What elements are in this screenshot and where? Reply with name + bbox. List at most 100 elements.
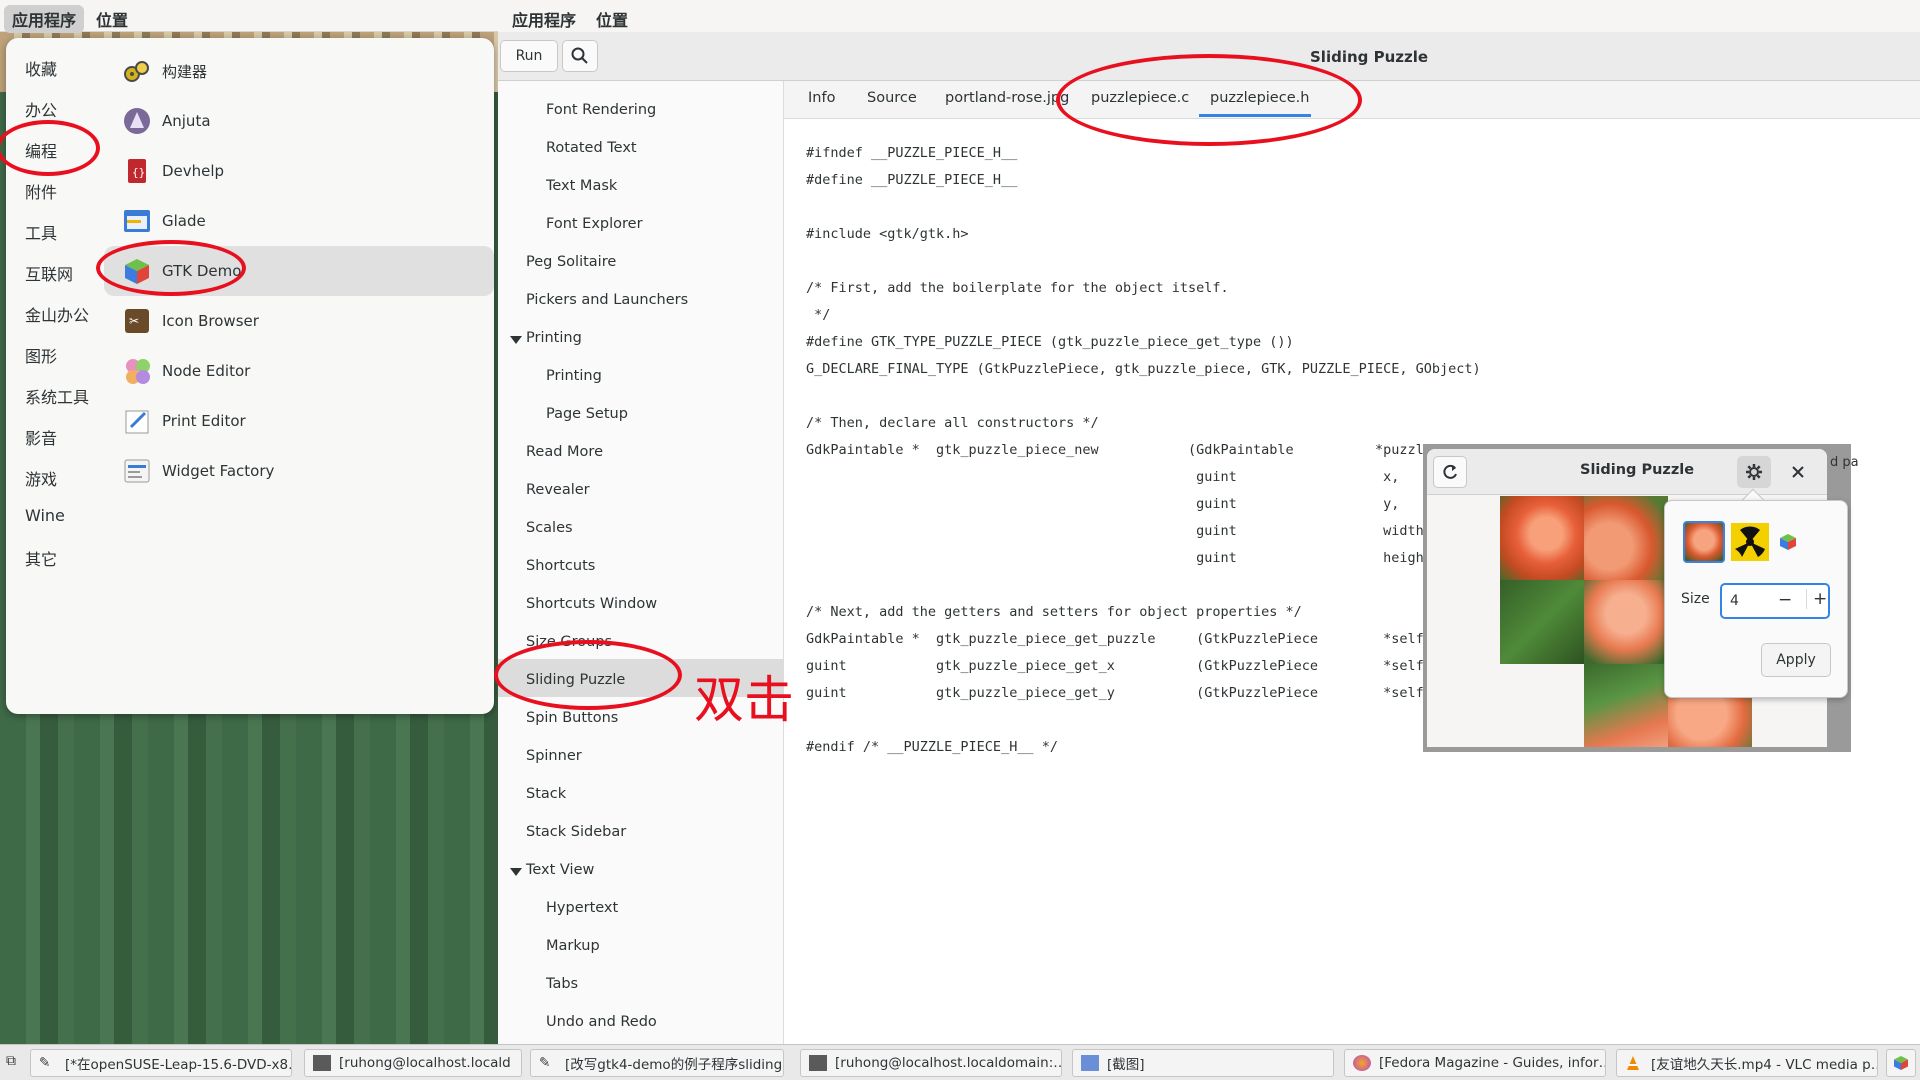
taskbar-item[interactable]: [友谊地久天长.mp4 - VLC media p… bbox=[1616, 1049, 1878, 1077]
category-wine[interactable]: Wine bbox=[25, 506, 65, 525]
cube-image-option[interactable] bbox=[1775, 529, 1801, 555]
category-internet[interactable]: 互联网 bbox=[25, 261, 73, 285]
sidebar-item[interactable]: Stack Sidebar bbox=[526, 824, 626, 840]
run-button[interactable]: Run bbox=[500, 40, 558, 72]
rose-image-option[interactable] bbox=[1683, 521, 1725, 563]
sidebar-item[interactable]: Rotated Text bbox=[546, 140, 637, 156]
builder-icon bbox=[122, 56, 152, 86]
radiation-image-option[interactable] bbox=[1729, 521, 1771, 563]
category-graphics[interactable]: 图形 bbox=[25, 343, 57, 367]
taskbar-item[interactable]: [Fedora Magazine - Guides, infor… bbox=[1344, 1049, 1606, 1077]
search-button[interactable] bbox=[562, 40, 598, 72]
puzzle-tile[interactable] bbox=[1584, 664, 1668, 747]
category-wps[interactable]: 金山办公 bbox=[25, 302, 89, 326]
app-label: Icon Browser bbox=[162, 312, 259, 330]
sidebar-item[interactable]: Page Setup bbox=[546, 406, 628, 422]
sidebar-item[interactable]: Markup bbox=[546, 938, 600, 954]
category-other[interactable]: 其它 bbox=[25, 546, 57, 570]
puzzle-tile[interactable] bbox=[1500, 496, 1584, 580]
size-spinbutton[interactable]: 4 − + bbox=[1720, 583, 1830, 619]
sidebar-item[interactable]: Printing bbox=[526, 330, 582, 346]
top-panel-right: 应用程序 位置 bbox=[498, 0, 1920, 32]
sidebar-item[interactable]: Shortcuts Window bbox=[526, 596, 657, 612]
close-button[interactable] bbox=[1781, 456, 1815, 488]
sidebar-item[interactable]: Scales bbox=[526, 520, 573, 536]
sidebar-item[interactable]: Stack bbox=[526, 786, 566, 802]
code-line: #define GTK_TYPE_PUZZLE_PIECE (gtk_puzzl… bbox=[806, 334, 1294, 350]
code-line: /* Then, declare all constructors */ bbox=[806, 415, 1099, 431]
puzzle-tile[interactable] bbox=[1584, 580, 1668, 664]
applications-menu-2[interactable]: 应用程序 bbox=[504, 5, 584, 33]
window-title: Sliding Puzzle bbox=[1310, 48, 1429, 66]
decrement-button[interactable]: − bbox=[1778, 590, 1792, 610]
anjuta-icon bbox=[122, 106, 152, 136]
category-favorites[interactable]: 收藏 bbox=[25, 56, 57, 80]
code-line: /* First, add the boilerplate for the ob… bbox=[806, 280, 1229, 296]
app-widget-factory[interactable]: Widget Factory bbox=[104, 446, 494, 496]
sidebar-item[interactable]: Text Mask bbox=[546, 178, 617, 194]
expander-arrow-icon[interactable] bbox=[510, 868, 522, 876]
app-builder[interactable]: 构建器 bbox=[104, 46, 494, 96]
app-label: Node Editor bbox=[162, 362, 251, 380]
restart-button[interactable] bbox=[1433, 456, 1467, 488]
category-multimedia[interactable]: 影音 bbox=[25, 425, 57, 449]
tab-portland-rose[interactable]: portland-rose.jpg bbox=[945, 90, 1069, 106]
expander-arrow-icon[interactable] bbox=[510, 336, 522, 344]
app-label: 构建器 bbox=[162, 62, 208, 81]
sidebar-item[interactable]: Peg Solitaire bbox=[526, 254, 616, 270]
code-line: guint height); bbox=[806, 550, 1449, 566]
sidebar-item[interactable]: Read More bbox=[526, 444, 603, 460]
puzzle-tile[interactable] bbox=[1584, 496, 1668, 580]
taskbar-item[interactable]: [ruhong@localhost.locald bbox=[304, 1049, 522, 1077]
sidebar-item[interactable]: Shortcuts bbox=[526, 558, 595, 574]
taskbar-item-gtk-demo[interactable] bbox=[1886, 1049, 1916, 1077]
taskbar-item[interactable]: [ruhong@localhost.localdomain:… bbox=[800, 1049, 1062, 1077]
editor-icon: ✎ bbox=[39, 1055, 51, 1071]
sidebar-item[interactable]: Spinner bbox=[526, 748, 582, 764]
firefox-icon bbox=[1353, 1055, 1371, 1071]
places-menu[interactable]: 位置 bbox=[88, 5, 136, 33]
category-tools[interactable]: 工具 bbox=[25, 220, 57, 244]
app-icon-browser[interactable]: ✂ Icon Browser bbox=[104, 296, 494, 346]
annotation-double-click-text: 双击 bbox=[694, 671, 794, 729]
sidebar-item[interactable]: Undo and Redo bbox=[546, 1014, 657, 1030]
sidebar-item[interactable]: Font Explorer bbox=[546, 216, 643, 232]
app-print-editor[interactable]: Print Editor bbox=[104, 396, 494, 446]
sidebar-item[interactable]: Spin Buttons bbox=[526, 710, 618, 726]
apply-label: Apply bbox=[1776, 652, 1816, 668]
apply-button[interactable]: Apply bbox=[1761, 643, 1831, 677]
tab-info[interactable]: Info bbox=[808, 90, 835, 106]
app-anjuta[interactable]: Anjuta bbox=[104, 96, 494, 146]
app-devhelp[interactable]: {} Devhelp bbox=[104, 146, 494, 196]
sidebar-item[interactable]: Text View bbox=[526, 862, 594, 878]
category-games[interactable]: 游戏 bbox=[25, 466, 57, 490]
code-line: GdkPaintable * gtk_puzzle_piece_new (Gdk… bbox=[806, 442, 1440, 458]
sidebar-item[interactable]: Revealer bbox=[526, 482, 590, 498]
app-glade[interactable]: Glade bbox=[104, 196, 494, 246]
puzzle-headerbar: Sliding Puzzle bbox=[1427, 449, 1827, 495]
annotation-circle-sliding-puzzle bbox=[494, 640, 682, 710]
increment-button[interactable]: + bbox=[1806, 589, 1827, 609]
puzzle-tile[interactable] bbox=[1500, 580, 1584, 664]
vlc-icon bbox=[1625, 1055, 1643, 1071]
places-menu-2[interactable]: 位置 bbox=[588, 5, 636, 33]
taskbar-item[interactable]: ✎ [改写gtk4-demo的例子程序sliding… bbox=[530, 1049, 784, 1077]
settings-button[interactable] bbox=[1737, 456, 1771, 488]
code-line: guint y, bbox=[806, 496, 1400, 512]
taskbar-item[interactable]: [截图] bbox=[1072, 1049, 1334, 1077]
sidebar-item[interactable]: Pickers and Launchers bbox=[526, 292, 688, 308]
sidebar-item[interactable]: Hypertext bbox=[546, 900, 618, 916]
taskbar-item[interactable]: ✎ [*在openSUSE-Leap-15.6-DVD-x8… bbox=[30, 1049, 292, 1077]
show-desktop-icon[interactable]: ⧉ bbox=[6, 1053, 16, 1069]
sidebar-item[interactable]: Printing bbox=[546, 368, 602, 384]
app-node-editor[interactable]: Node Editor bbox=[104, 346, 494, 396]
category-accessories[interactable]: 附件 bbox=[25, 179, 57, 203]
category-office[interactable]: 办公 bbox=[25, 97, 57, 121]
category-system-tools[interactable]: 系统工具 bbox=[25, 384, 89, 408]
applications-menu[interactable]: 应用程序 bbox=[4, 5, 85, 33]
size-value[interactable]: 4 bbox=[1730, 593, 1739, 609]
sidebar-item[interactable]: Font Rendering bbox=[546, 102, 656, 118]
code-line: guint gtk_puzzle_piece_get_y (GtkPuzzleP… bbox=[806, 685, 1440, 701]
tab-source[interactable]: Source bbox=[867, 90, 917, 106]
sidebar-item[interactable]: Tabs bbox=[546, 976, 578, 992]
